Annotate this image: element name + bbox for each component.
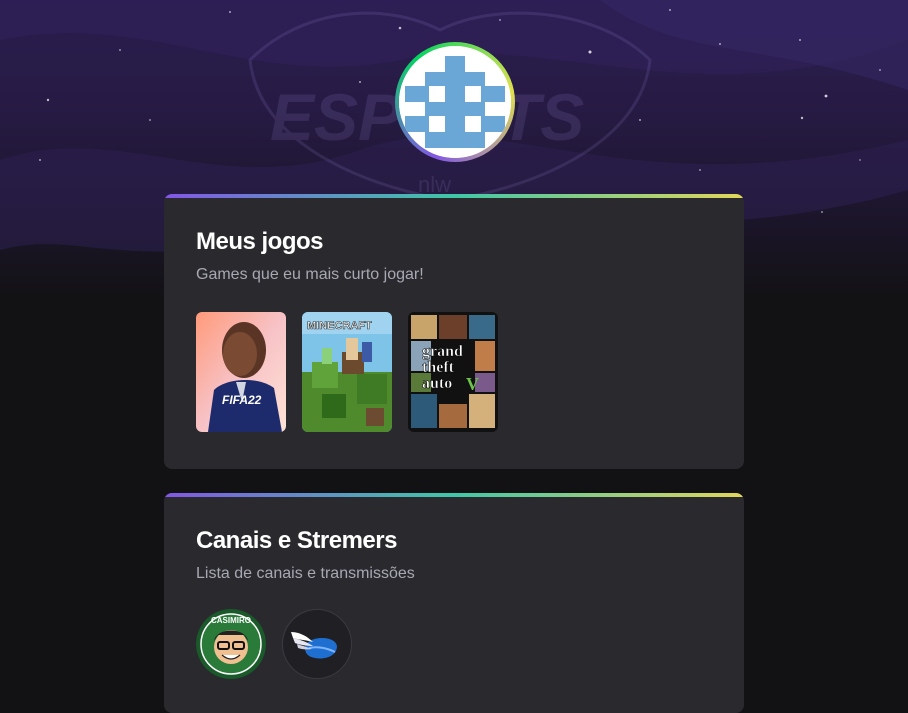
svg-text:MINECRAFT: MINECRAFT [307,320,372,332]
winged-helmet-channel-icon [283,610,351,678]
channels-subtitle: Lista de canais e transmissões [196,565,415,582]
game-minecraft[interactable]: MINECRAFT [302,312,392,432]
games-subtitle: Games que eu mais curto jogar! [196,266,424,283]
games-card: Meus jogos Games que eu mais curto jogar… [164,194,744,469]
svg-text:FIFA22: FIFA22 [222,393,262,407]
svg-text:V: V [466,374,479,394]
channels-card: Canais e Stremers Lista de canais e tran… [164,493,744,713]
fifa-22-cover-icon: FIFA22 [196,312,286,432]
svg-text:CASIMIRO: CASIMIRO [211,616,251,625]
profile-avatar[interactable] [395,42,515,162]
pixel-avatar-icon [399,46,511,158]
channel-winged-helmet[interactable] [282,609,352,679]
gta-v-cover-icon: grand theft auto V [408,312,498,432]
games-title: Meus jogos [196,228,324,255]
channel-casimiro[interactable]: CASIMIRO [196,609,266,679]
channels-list: CASIMIRO [196,609,712,679]
game-gta-v[interactable]: grand theft auto V [408,312,498,432]
casimiro-channel-icon: CASIMIRO [196,609,266,679]
games-list: FIFA22 MINECRAFT grand theft auto V [196,312,712,432]
svg-text:auto: auto [422,375,452,392]
svg-text:grand: grand [422,343,463,360]
minecraft-cover-icon: MINECRAFT [302,312,392,432]
channels-title: Canais e Stremers [196,527,397,554]
svg-text:theft: theft [422,359,455,376]
game-fifa-22[interactable]: FIFA22 [196,312,286,432]
